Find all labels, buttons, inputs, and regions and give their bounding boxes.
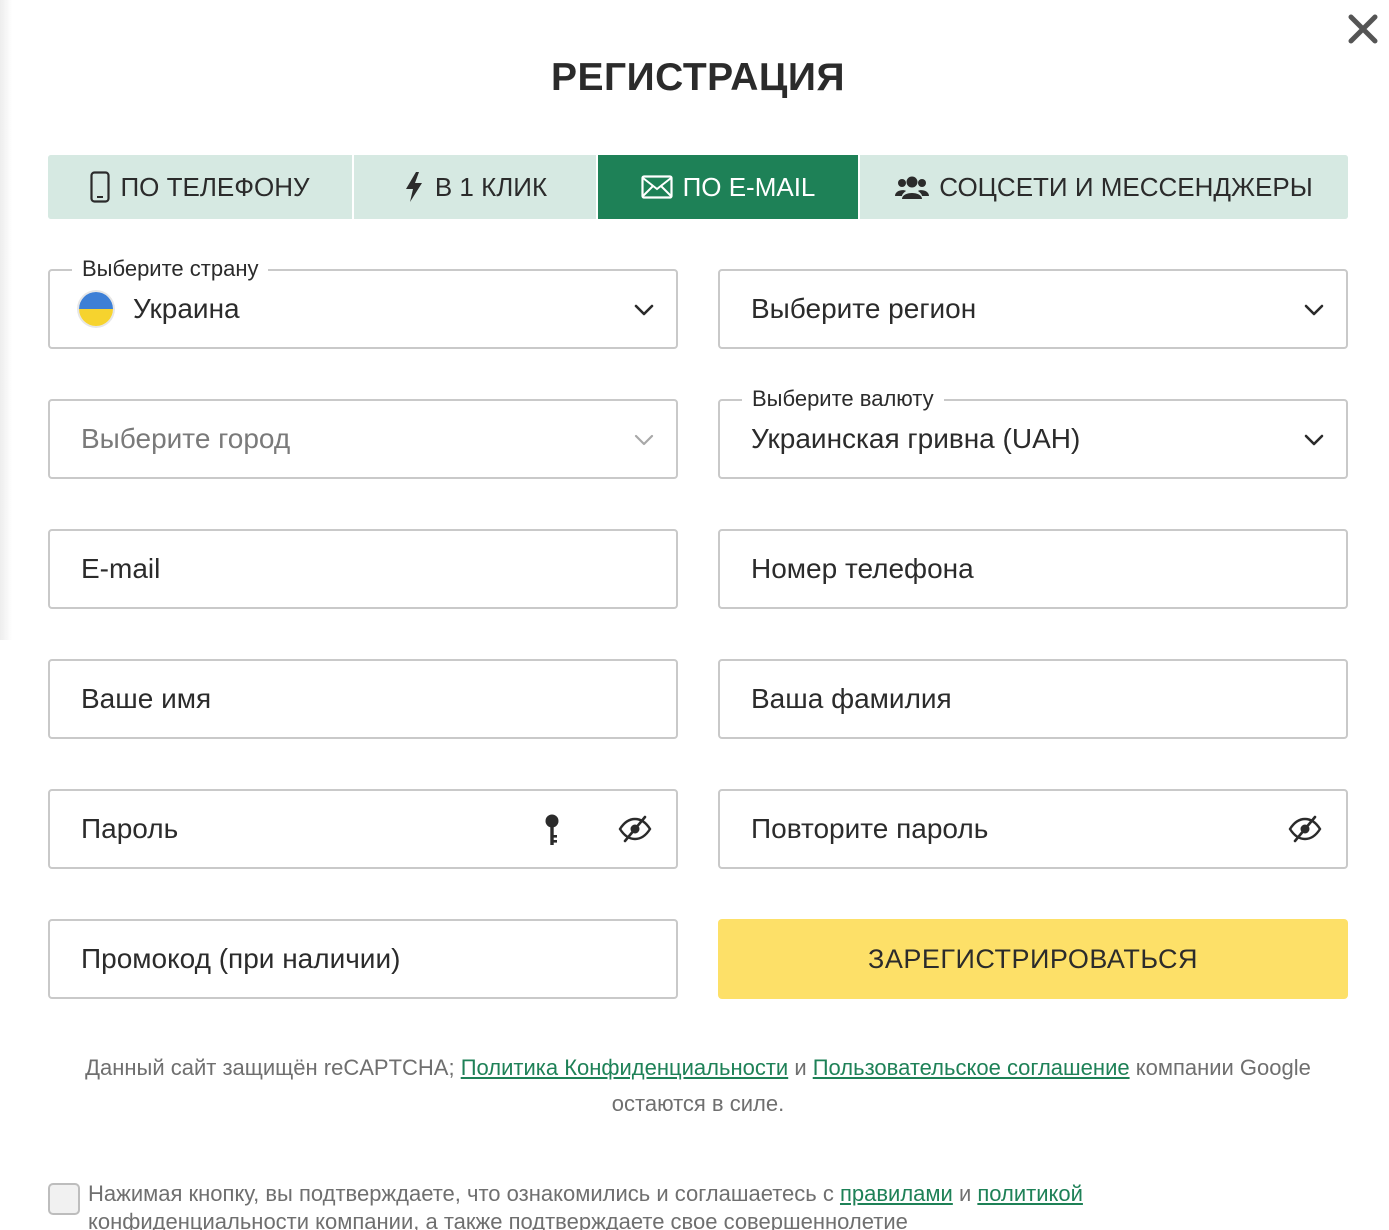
consent-text: Нажимая кнопку, вы подтверждаете, что оз… — [88, 1180, 1268, 1230]
phone-icon — [90, 171, 111, 203]
eye-slash-icon[interactable] — [1288, 815, 1322, 843]
city-placeholder: Выберите город — [81, 423, 291, 454]
country-select[interactable]: Выберите страну Украина — [48, 255, 678, 349]
city-select[interactable]: Выберите город — [48, 399, 678, 479]
dialog-title: РЕГИСТРАЦИЯ — [551, 56, 845, 99]
registration-tabs: ПО ТЕЛЕФОНУ В 1 КЛИК ПО E-MAIL СОЦСЕТИ И… — [48, 155, 1348, 219]
recaptcha-text: Данный сайт защищён reCAPTCHA; — [85, 1055, 461, 1080]
eye-slash-icon[interactable] — [618, 815, 652, 843]
chevron-down-icon — [632, 428, 656, 452]
privacy-policy-link[interactable]: Политика Конфиденциальности — [461, 1055, 789, 1080]
consent-text-after: конфиденциальности компании, а также под… — [88, 1209, 908, 1230]
tab-one-click[interactable]: В 1 КЛИК — [352, 155, 596, 219]
password-repeat-field-wrapper — [718, 789, 1348, 869]
region-select[interactable]: Выберите регион — [718, 269, 1348, 349]
promo-code-field[interactable] — [50, 921, 676, 997]
tab-label: В 1 КЛИК — [434, 171, 548, 202]
tab-label: ПО ТЕЛЕФОНУ — [120, 171, 310, 202]
first-name-field-wrapper — [48, 659, 678, 739]
recaptcha-notice: Данный сайт защищён reCAPTCHA; Политика … — [48, 1050, 1348, 1122]
password-repeat-field[interactable] — [720, 791, 1346, 867]
currency-select[interactable]: Выберите валюту Украинская гривна (UAH) — [718, 385, 1348, 479]
lightning-icon — [403, 171, 425, 203]
tab-label: ПО E-MAIL — [682, 171, 816, 202]
tab-email[interactable]: ПО E-MAIL — [596, 155, 858, 219]
chevron-down-icon — [632, 298, 656, 322]
promo-field-wrapper — [48, 919, 678, 999]
password-field-wrapper — [48, 789, 678, 869]
consent-text-before: Нажимая кнопку, вы подтверждаете, что оз… — [88, 1181, 840, 1206]
consent-checkbox[interactable] — [48, 1183, 80, 1215]
tab-label: СОЦСЕТИ И МЕССЕНДЖЕРЫ — [939, 171, 1313, 202]
close-icon — [1348, 14, 1378, 44]
currency-value: Украинская гривна (UAH) — [751, 423, 1081, 454]
tab-phone[interactable]: ПО ТЕЛЕФОНУ — [48, 155, 352, 219]
recaptcha-and: и — [788, 1055, 813, 1080]
password-field[interactable] — [50, 791, 676, 867]
terms-link[interactable]: Пользовательское соглашение — [813, 1055, 1130, 1080]
ukraine-flag-icon — [79, 292, 113, 326]
consent-and: и — [952, 1181, 978, 1206]
generate-password-key-icon[interactable] — [542, 813, 562, 847]
chevron-down-icon — [1302, 428, 1326, 452]
envelope-icon — [640, 175, 673, 199]
last-name-field[interactable] — [720, 661, 1346, 737]
rules-link[interactable]: правилами — [840, 1181, 953, 1206]
register-button[interactable]: ЗАРЕГИСТРИРОВАТЬСЯ — [718, 919, 1348, 999]
phone-field-wrapper — [718, 529, 1348, 609]
phone-field[interactable] — [720, 531, 1346, 607]
email-field[interactable] — [50, 531, 676, 607]
email-field-wrapper — [48, 529, 678, 609]
country-value: Украина — [133, 293, 240, 324]
chevron-down-icon — [1302, 298, 1326, 322]
tab-social[interactable]: СОЦСЕТИ И МЕССЕНДЖЕРЫ — [858, 155, 1348, 219]
policy-link[interactable]: политикой — [977, 1181, 1083, 1206]
last-name-field-wrapper — [718, 659, 1348, 739]
first-name-field[interactable] — [50, 661, 676, 737]
consent-row: Нажимая кнопку, вы подтверждаете, что оз… — [48, 1180, 1348, 1230]
close-button[interactable] — [1346, 12, 1380, 46]
region-placeholder: Выберите регион — [751, 293, 977, 324]
users-icon — [895, 174, 930, 200]
